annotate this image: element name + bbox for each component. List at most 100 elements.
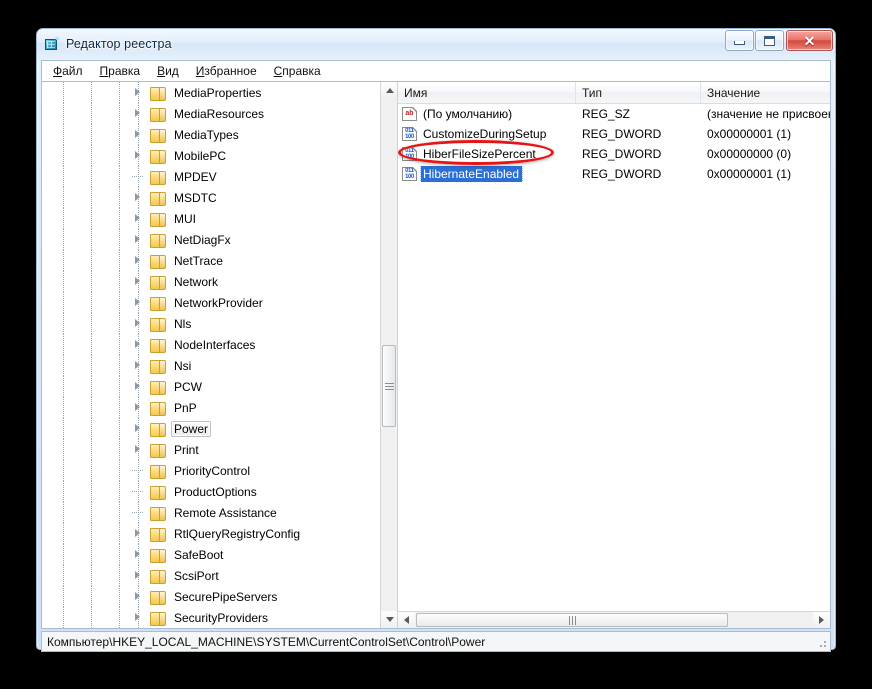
tree-item-safeboot[interactable]: SafeBoot — [42, 544, 379, 565]
tree-item-scsiport[interactable]: ScsiPort — [42, 565, 379, 586]
folder-icon — [150, 128, 166, 143]
tree-item-mediatypes[interactable]: MediaTypes — [42, 124, 379, 145]
value-type-cell: REG_SZ — [582, 107, 631, 121]
folder-icon — [150, 296, 166, 311]
tree-leaf-connector — [132, 491, 144, 492]
expand-arrow-icon[interactable] — [134, 298, 143, 307]
folder-icon — [150, 527, 166, 542]
minimize-button[interactable] — [725, 30, 754, 51]
tree-vertical-scrollbar[interactable] — [380, 82, 397, 628]
tree-scrollbar-thumb[interactable] — [382, 345, 396, 427]
tree-item-prioritycontrol[interactable]: PriorityControl — [42, 460, 379, 481]
folder-icon — [150, 611, 166, 626]
registry-tree-list: MediaProperties MediaResources MediaTypes M… — [42, 82, 379, 628]
scroll-left-button[interactable] — [398, 612, 415, 628]
tree-item-mobilepc[interactable]: MobilePC — [42, 145, 379, 166]
chevron-right-icon — [819, 616, 824, 624]
value-row[interactable]: 011 100 HiberFileSizePercent REG_DWORD 0x000… — [398, 144, 830, 164]
tree-item-pcw[interactable]: PCW — [42, 376, 379, 397]
resize-grip-icon[interactable] — [816, 637, 828, 649]
column-header-value[interactable]: Значение — [701, 82, 830, 103]
expand-arrow-icon[interactable] — [134, 550, 143, 559]
list-horizontal-scrollbar[interactable] — [398, 611, 830, 628]
scroll-down-button[interactable] — [381, 611, 397, 628]
tree-item-nsi[interactable]: Nsi — [42, 355, 379, 376]
menu-item-2[interactable]: Вид — [149, 62, 188, 80]
hscroll-track[interactable] — [415, 612, 813, 628]
tree-item-securepipeservers[interactable]: SecurePipeServers — [42, 586, 379, 607]
tree-item-nls[interactable]: Nls — [42, 313, 379, 334]
maximize-button[interactable] — [755, 30, 784, 51]
tree-item-securityproviders[interactable]: SecurityProviders — [42, 607, 379, 628]
expand-arrow-icon[interactable] — [134, 88, 143, 97]
value-name-label: HibernateEnabled — [419, 166, 524, 182]
tree-item-msdtc[interactable]: MSDTC — [42, 187, 379, 208]
tree-item-label: NetDiagFx — [174, 232, 231, 247]
column-header-type[interactable]: Тип — [576, 82, 701, 103]
tree-item-nettrace[interactable]: NetTrace — [42, 250, 379, 271]
tree-item-mediaresources[interactable]: MediaResources — [42, 103, 379, 124]
tree-item-network[interactable]: Network — [42, 271, 379, 292]
expand-arrow-icon[interactable] — [134, 277, 143, 286]
registry-tree-pane[interactable]: MediaProperties MediaResources MediaTypes M… — [42, 82, 398, 628]
expand-arrow-icon[interactable] — [134, 109, 143, 118]
tree-item-label: ScsiPort — [174, 568, 219, 583]
tree-item-productoptions[interactable]: ProductOptions — [42, 481, 379, 502]
tree-item-label: RtlQueryRegistryConfig — [174, 526, 301, 541]
expand-arrow-icon[interactable] — [134, 529, 143, 538]
scroll-up-button[interactable] — [381, 82, 397, 99]
folder-icon — [150, 149, 166, 164]
folder-icon — [150, 380, 166, 395]
expand-arrow-icon[interactable] — [134, 340, 143, 349]
close-button[interactable]: ✕ — [786, 30, 833, 51]
expand-arrow-icon[interactable] — [134, 592, 143, 601]
hscroll-thumb[interactable] — [416, 613, 728, 627]
folder-icon — [150, 317, 166, 332]
menu-item-1[interactable]: Правка — [92, 62, 150, 80]
expand-arrow-icon[interactable] — [134, 424, 143, 433]
tree-item-mui[interactable]: MUI — [42, 208, 379, 229]
tree-item-nodeinterfaces[interactable]: NodeInterfaces — [42, 334, 379, 355]
registry-values-pane[interactable]: Имя Тип Значение ab (По умолчанию) REG_SZ (… — [398, 82, 830, 628]
scroll-right-button[interactable] — [813, 612, 830, 628]
tree-item-print[interactable]: Print — [42, 439, 379, 460]
expand-arrow-icon[interactable] — [134, 193, 143, 202]
column-header-name[interactable]: Имя — [398, 82, 576, 103]
tree-item-netdiagfx[interactable]: NetDiagFx — [42, 229, 379, 250]
tree-item-label: MPDEV — [174, 169, 217, 184]
expand-arrow-icon[interactable] — [134, 403, 143, 412]
expand-arrow-icon[interactable] — [134, 151, 143, 160]
value-row[interactable]: 011 100 HibernateEnabled REG_DWORD 0x0000000… — [398, 164, 830, 184]
tree-item-rtlqueryregistryconfig[interactable]: RtlQueryRegistryConfig — [42, 523, 379, 544]
expand-arrow-icon[interactable] — [134, 214, 143, 223]
value-type-cell: REG_DWORD — [582, 127, 662, 141]
menu-item-4[interactable]: Справка — [266, 62, 330, 80]
window-title: Редактор реестра — [66, 36, 172, 51]
value-name-label: (По умолчанию) — [423, 107, 513, 121]
tree-item-mediaproperties[interactable]: MediaProperties — [42, 82, 379, 103]
tree-item-label: MobilePC — [174, 148, 227, 163]
tree-item-remote-assistance[interactable]: Remote Assistance — [42, 502, 379, 523]
expand-arrow-icon[interactable] — [134, 256, 143, 265]
tree-item-mpdev[interactable]: MPDEV — [42, 166, 379, 187]
expand-arrow-icon[interactable] — [134, 319, 143, 328]
expand-arrow-icon[interactable] — [134, 130, 143, 139]
tree-item-label: Remote Assistance — [174, 505, 277, 520]
tree-item-power[interactable]: Power — [42, 418, 379, 439]
menu-item-3[interactable]: Избранное — [188, 62, 266, 80]
expand-arrow-icon[interactable] — [134, 382, 143, 391]
expand-arrow-icon[interactable] — [134, 235, 143, 244]
tree-item-networkprovider[interactable]: NetworkProvider — [42, 292, 379, 313]
expand-arrow-icon[interactable] — [134, 571, 143, 580]
expand-arrow-icon[interactable] — [134, 613, 143, 622]
value-row[interactable]: ab (По умолчанию) REG_SZ (значение не присв… — [398, 104, 830, 124]
chevron-left-icon — [404, 616, 409, 624]
menu-item-0[interactable]: Файл — [45, 62, 92, 80]
expand-arrow-icon[interactable] — [134, 361, 143, 370]
tree-item-pnp[interactable]: PnP — [42, 397, 379, 418]
tree-item-label: PCW — [174, 379, 202, 394]
value-row[interactable]: 011 100 CustomizeDuringSetup REG_DWORD 0x000… — [398, 124, 830, 144]
expand-arrow-icon[interactable] — [134, 445, 143, 454]
title-bar[interactable]: ✦ Редактор реестра ✕ — [37, 29, 835, 58]
folder-icon — [150, 443, 166, 458]
